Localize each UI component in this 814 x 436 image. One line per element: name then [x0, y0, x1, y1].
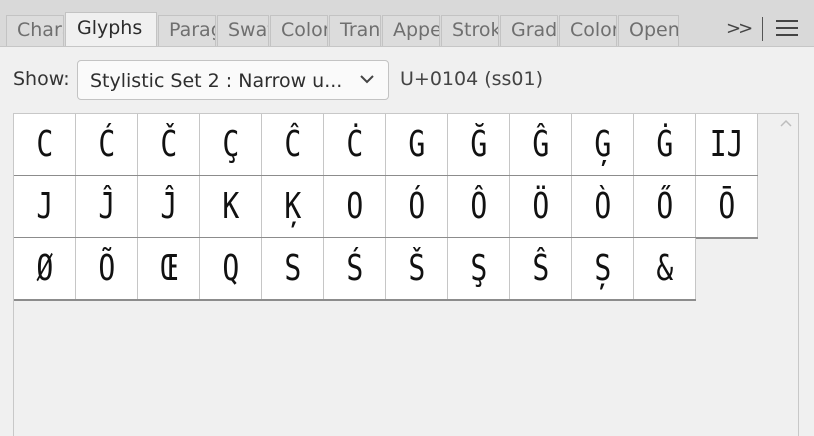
glyph-cell[interactable]: Ĝ	[510, 114, 572, 176]
glyph-cell[interactable]: Ġ	[634, 114, 696, 176]
glyph-char: Ō	[718, 186, 735, 227]
tab-gradient[interactable]: Gradient	[500, 15, 558, 46]
tab-overflow-button[interactable]: >>	[726, 18, 753, 39]
glyph-char: &	[656, 248, 673, 289]
tab-color[interactable]: Color	[270, 15, 328, 46]
glyph-char: Ő	[656, 186, 673, 227]
glyph-cell[interactable]: J	[14, 176, 76, 238]
glyph-cell[interactable]: Ö	[510, 176, 572, 238]
glyph-char: G	[408, 124, 425, 165]
glyph-char: Ķ	[284, 186, 301, 227]
glyph-cell[interactable]: Ĵ	[76, 176, 138, 238]
tab-glyphs[interactable]: Glyphs	[65, 12, 157, 46]
glyph-char: Ĵ	[98, 186, 115, 227]
glyph-char: Ċ	[346, 124, 363, 165]
glyph-cell[interactable]: Q	[200, 238, 262, 300]
glyph-char: Ș	[594, 248, 611, 289]
glyph-cell[interactable]: Ğ	[448, 114, 510, 176]
glyph-cell[interactable]: Ģ	[572, 114, 634, 176]
glyph-cell[interactable]: &	[634, 238, 696, 300]
glyph-char: Ô	[470, 186, 487, 227]
glyph-cell[interactable]: Ķ	[262, 176, 324, 238]
glyph-char: Ś	[346, 248, 363, 289]
glyph-cell[interactable]: Ś	[324, 238, 386, 300]
glyph-char: Ġ	[656, 124, 673, 165]
glyph-char: Ğ	[470, 124, 487, 165]
glyph-char: Ĝ	[532, 124, 549, 165]
divider	[762, 17, 763, 41]
tab-character[interactable]: Character	[6, 15, 64, 46]
panel-tab-bar: Character Glyphs Paragraph Swatches Colo…	[0, 0, 814, 47]
tab-strip: Character Glyphs Paragraph Swatches Colo…	[6, 12, 680, 46]
glyph-cell[interactable]: Ş	[448, 238, 510, 300]
tab-color-guide[interactable]: Color Guide	[559, 15, 617, 46]
glyph-cell[interactable]: K	[200, 176, 262, 238]
tab-opentype[interactable]: Opentype	[618, 15, 679, 46]
glyph-cell[interactable]: Č	[138, 114, 200, 176]
show-dropdown[interactable]: Stylistic Set 2 : Narrow u...	[77, 60, 389, 100]
glyph-cell[interactable]: Ō	[696, 176, 758, 238]
glyph-cell[interactable]: Š	[386, 238, 448, 300]
glyph-cell[interactable]: O	[324, 176, 386, 238]
glyph-char: Č	[160, 124, 177, 165]
row-shadow	[14, 299, 696, 301]
glyph-char: Ć	[98, 124, 115, 165]
glyph-char: J	[36, 186, 53, 227]
glyph-char: Ø	[36, 248, 53, 289]
glyph-cell[interactable]: Ĵ	[138, 176, 200, 238]
glyph-cell[interactable]: IJ	[696, 114, 758, 176]
glyph-cell[interactable]: Ó	[386, 176, 448, 238]
glyph-cell[interactable]: Ĉ	[262, 114, 324, 176]
tab-swatches[interactable]: Swatches	[217, 15, 269, 46]
glyph-cell[interactable]: S	[262, 238, 324, 300]
glyph-cell[interactable]: Œ	[138, 238, 200, 300]
unicode-readout: U+0104 (ss01)	[400, 68, 544, 90]
glyph-char: Ó	[408, 186, 425, 227]
glyph-cell[interactable]: Ċ	[324, 114, 386, 176]
glyph-char: Ö	[532, 186, 549, 227]
glyph-char: Œ	[160, 248, 177, 289]
glyph-char: Q	[222, 248, 239, 289]
tab-stroke[interactable]: Stroke	[441, 15, 499, 46]
glyph-cell[interactable]: G	[386, 114, 448, 176]
glyph-char: IJ	[709, 124, 744, 165]
glyph-char: Ĉ	[284, 124, 301, 165]
glyph-char: Ç	[222, 124, 239, 165]
glyph-cell[interactable]: C	[14, 114, 76, 176]
tab-paragraph[interactable]: Paragraph	[158, 15, 216, 46]
tab-appearance[interactable]: Appearance	[382, 15, 440, 46]
glyph-char: C	[36, 124, 53, 165]
scroll-up-icon[interactable]	[779, 118, 793, 128]
glyph-cell[interactable]: Ç	[200, 114, 262, 176]
glyph-cell[interactable]: Õ	[76, 238, 138, 300]
glyph-char: Ŝ	[532, 248, 549, 289]
glyph-cell[interactable]: Ò	[572, 176, 634, 238]
glyph-cell[interactable]: Ŝ	[510, 238, 572, 300]
glyph-cell[interactable]: Ș	[572, 238, 634, 300]
glyph-char: Ģ	[594, 124, 611, 165]
hamburger-icon[interactable]	[776, 20, 798, 38]
glyph-char: K	[222, 186, 239, 227]
glyph-char: Ĵ	[160, 186, 177, 227]
glyph-char: O	[346, 186, 363, 227]
tab-transform[interactable]: Transform	[329, 15, 381, 46]
chevron-down-icon	[360, 75, 374, 84]
glyph-char: Ò	[594, 186, 611, 227]
show-label: Show:	[13, 68, 70, 90]
glyph-char: S	[284, 248, 301, 289]
glyph-char: Ş	[470, 248, 487, 289]
glyph-cell[interactable]: Ø	[14, 238, 76, 300]
glyph-char: Š	[408, 248, 425, 289]
glyph-grid: C Ć Č Ç Ĉ Ċ G Ğ Ĝ Ģ Ġ IJ J Ĵ Ĵ K Ķ O Ó Ô Ö Ò Ő Ō Ø Õ Œ Q S Ś Š Ş Ŝ Ș &	[13, 113, 799, 436]
show-dropdown-value: Stylistic Set 2 : Narrow u...	[90, 70, 343, 92]
glyph-cell[interactable]: Ő	[634, 176, 696, 238]
glyph-cell[interactable]: Ô	[448, 176, 510, 238]
glyph-char: Õ	[98, 248, 115, 289]
glyph-cell[interactable]: Ć	[76, 114, 138, 176]
